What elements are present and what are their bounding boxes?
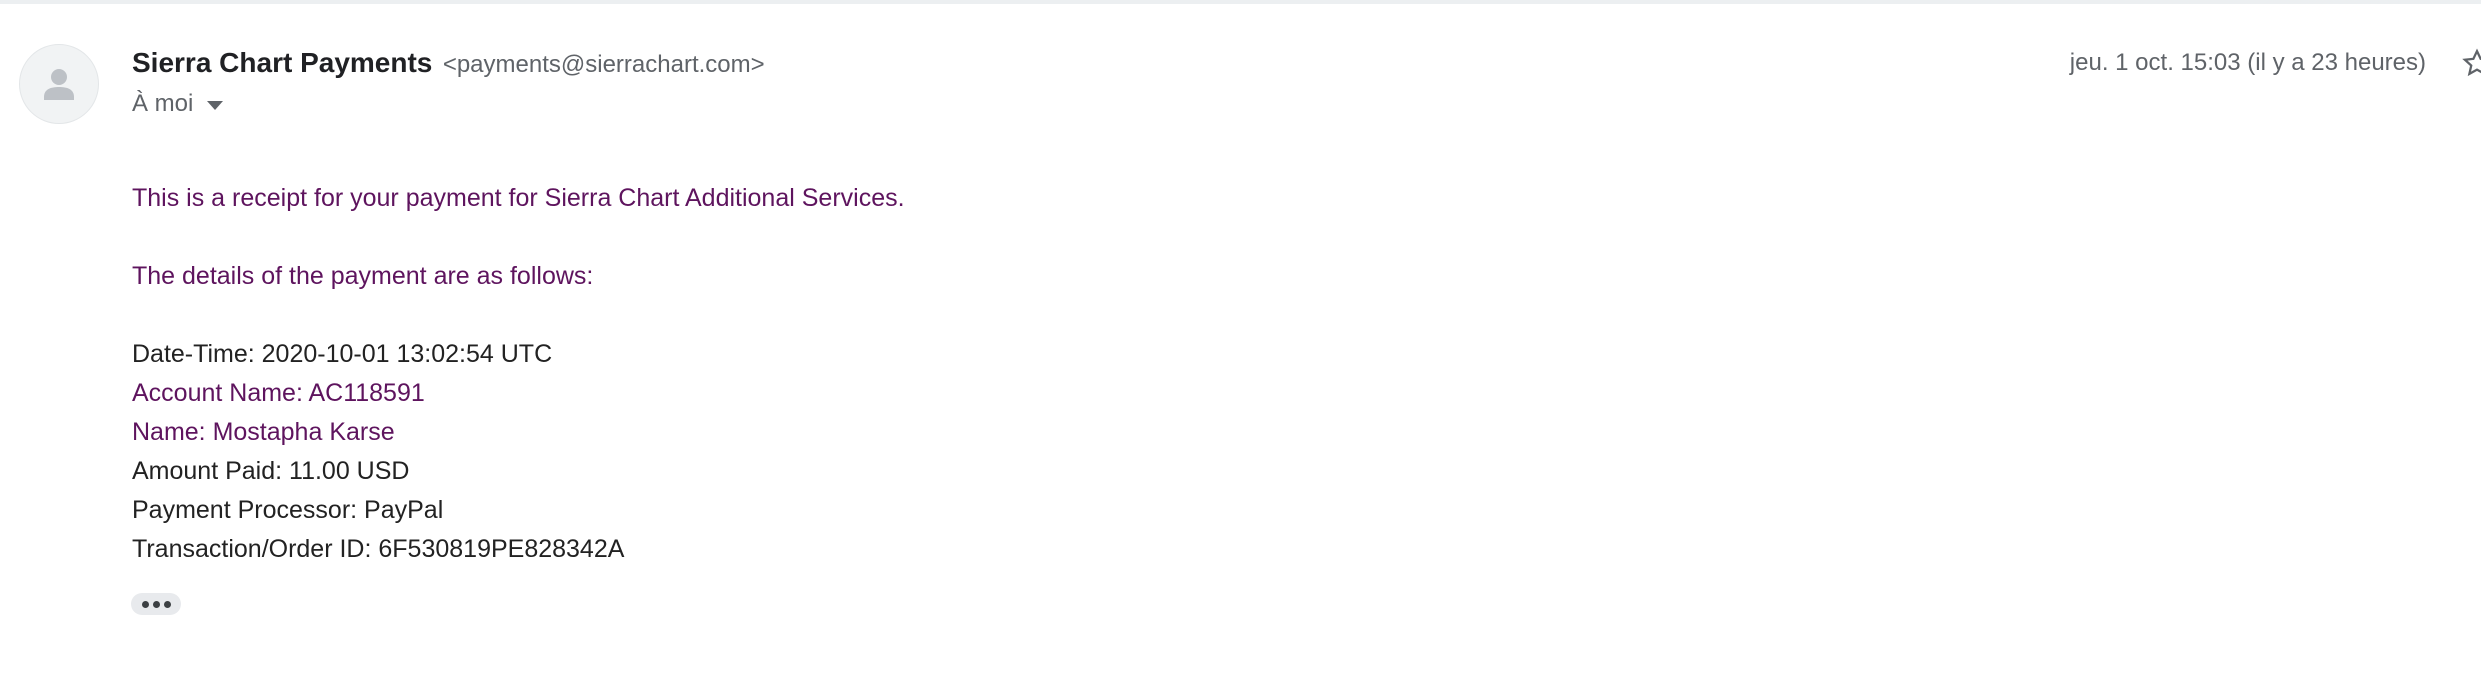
detail-date-time: Date-Time: 2020-10-01 13:02:54 UTC [132,340,553,368]
ellipsis-icon [141,600,149,608]
sender-line: Sierra Chart Payments <payments@sierrach… [132,45,765,86]
person-icon [44,69,74,100]
sender-name[interactable]: Sierra Chart Payments [132,47,432,78]
detail-transaction-id: Transaction/Order ID: 6F530819PE828342A [132,535,625,563]
star-icon[interactable] [2462,48,2481,78]
sender-email: <payments@sierrachart.com> [442,51,765,78]
top-divider [0,0,2481,4]
ellipsis-icon [152,600,160,608]
recipient-dropdown[interactable]: À moi [132,86,224,122]
detail-payment-processor: Payment Processor: PayPal [132,496,444,524]
sender-avatar[interactable] [19,44,99,124]
detail-account-name: Account Name: AC118591 [132,379,425,407]
ellipsis-icon [163,600,171,608]
detail-amount-paid: Amount Paid: 11.00 USD [132,457,410,485]
detail-name: Name: Mostapha Karse [132,418,395,446]
receipt-intro: This is a receipt for your payment for S… [132,184,905,212]
caret-down-icon[interactable] [207,100,224,110]
show-trimmed-content-button[interactable] [131,593,181,615]
message-date: jeu. 1 oct. 15:03 (il y a 23 heures) [2069,49,2426,76]
recipient-label: À moi [132,90,194,117]
details-heading: The details of the payment are as follow… [132,262,594,290]
